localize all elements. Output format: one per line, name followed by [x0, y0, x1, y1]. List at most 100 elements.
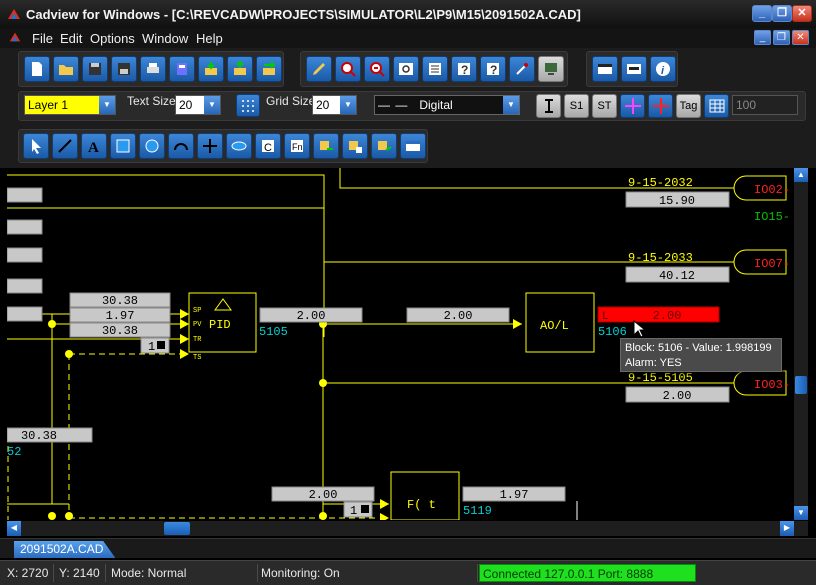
st-button[interactable]: ST	[592, 94, 617, 118]
export-button[interactable]	[227, 56, 253, 82]
io07-label[interactable]: IO07-	[754, 257, 790, 271]
block-edit-button[interactable]	[342, 133, 368, 159]
close-button[interactable]: ✕	[792, 5, 812, 22]
left-block-number: 52	[7, 445, 21, 459]
tag-button[interactable]: Tag	[676, 94, 701, 118]
document-icon[interactable]	[8, 30, 22, 44]
select-tool-button[interactable]	[23, 133, 49, 159]
zoom-out-button[interactable]	[364, 56, 390, 82]
minimize-button[interactable]: _	[752, 5, 772, 22]
new-button[interactable]	[24, 56, 50, 82]
value-box[interactable]: 1.97	[462, 486, 566, 502]
text-tool-button[interactable]: A	[81, 133, 107, 159]
import-button[interactable]	[198, 56, 224, 82]
open-button[interactable]	[53, 56, 79, 82]
text-icon: A	[88, 140, 99, 155]
scroll-left-icon[interactable]: ◀	[7, 521, 21, 536]
pid-tr-value: 30.38	[102, 324, 138, 338]
value-box[interactable]: 1.97	[69, 307, 171, 323]
fn-block-button[interactable]: Fn	[284, 133, 310, 159]
alarm-value-box[interactable]: L 2.00	[597, 306, 720, 323]
monitor-icon	[545, 63, 557, 75]
ellipse-tool-button[interactable]	[226, 133, 252, 159]
function-block[interactable]: F( t	[390, 471, 460, 520]
help-button[interactable]: ?	[451, 56, 477, 82]
print-button[interactable]	[140, 56, 166, 82]
block-window-button[interactable]	[400, 133, 426, 159]
menu-help[interactable]: Help	[196, 31, 223, 46]
value-box[interactable]: 1	[140, 337, 170, 354]
value-box[interactable]: 30.38	[69, 322, 171, 338]
child-minimize-button[interactable]: _	[754, 30, 771, 45]
horizontal-scrollbar[interactable]: ◀ ▶	[7, 521, 794, 536]
value-box[interactable]: 2.00	[271, 486, 375, 502]
monitor-button[interactable]	[538, 56, 564, 82]
transfer-button[interactable]	[256, 56, 282, 82]
arc-tool-button[interactable]	[168, 133, 194, 159]
value-input[interactable]: 100	[732, 95, 798, 115]
io02-label[interactable]: IO02-	[754, 183, 790, 197]
horizontal-scroll-thumb[interactable]	[164, 522, 190, 535]
info-button[interactable]: i	[650, 56, 676, 82]
save-as-button[interactable]	[111, 56, 137, 82]
zoom-in-button[interactable]	[335, 56, 361, 82]
pencil-button[interactable]	[306, 56, 332, 82]
menu-edit[interactable]: Edit	[60, 31, 82, 46]
zoom-fit-button[interactable]	[393, 56, 419, 82]
value-box[interactable]: 30.38	[7, 427, 93, 443]
scroll-up-icon[interactable]: ▲	[794, 168, 808, 182]
io15-label[interactable]: IO15-	[754, 210, 790, 224]
value-box[interactable]: 2.00	[259, 307, 363, 323]
grid-size-select[interactable]: 20 ▼	[312, 95, 357, 115]
text-size-select[interactable]: 20 ▼	[175, 95, 221, 115]
table-icon	[709, 99, 724, 113]
child-close-button[interactable]: ✕	[792, 30, 809, 45]
context-help-button[interactable]: ?	[480, 56, 506, 82]
value-box[interactable]: 40.12	[625, 266, 730, 283]
point-tool-button[interactable]	[197, 133, 223, 159]
chevron-down-icon: ▼	[204, 96, 220, 114]
c-block-button[interactable]: C	[255, 133, 281, 159]
scroll-right-icon[interactable]: ▶	[780, 521, 794, 536]
rectangle-tool-button[interactable]	[110, 133, 136, 159]
database-button[interactable]	[169, 56, 195, 82]
scroll-down-icon[interactable]: ▼	[794, 506, 808, 520]
table-button[interactable]	[704, 94, 729, 118]
probe-button[interactable]	[509, 56, 535, 82]
menu-window[interactable]: Window	[142, 31, 188, 46]
menu-file[interactable]: File	[32, 31, 53, 46]
grid-toggle-button[interactable]	[236, 94, 260, 117]
menu-options[interactable]: Options	[90, 31, 135, 46]
child-restore-button[interactable]: ❐	[773, 30, 790, 45]
block-insert-button[interactable]	[313, 133, 339, 159]
block-link-button[interactable]	[371, 133, 397, 159]
layer-select[interactable]: Layer 1 ▼	[24, 95, 116, 115]
window-tile-button[interactable]	[621, 56, 647, 82]
line-tool-button[interactable]	[52, 133, 78, 159]
text-cursor-button[interactable]	[536, 94, 561, 118]
vertical-scroll-thumb[interactable]	[795, 376, 807, 394]
maximize-button[interactable]: ❐	[772, 5, 792, 22]
pid-block-number: 5105	[259, 325, 288, 339]
properties-button[interactable]	[422, 56, 448, 82]
circle-tool-button[interactable]	[139, 133, 165, 159]
help-icon: ?	[458, 63, 470, 77]
window-layout-button[interactable]	[592, 56, 618, 82]
ao-block[interactable]: AO/L	[525, 292, 595, 353]
value-box[interactable]: 2.00	[625, 386, 730, 403]
zoom-fit-icon	[399, 63, 413, 75]
value-box[interactable]: 1	[343, 501, 373, 518]
value-box[interactable]: 2.00	[406, 307, 510, 323]
arc-icon	[174, 143, 188, 151]
cross-magenta-button[interactable]	[620, 94, 645, 118]
save-button[interactable]	[82, 56, 108, 82]
s1-button[interactable]: S1	[564, 94, 589, 118]
line-style-select[interactable]: — — Digital ▼	[374, 95, 520, 115]
document-tab[interactable]: 2091502A.CAD	[14, 541, 116, 558]
pid-block[interactable]: PID SP PV TR TS	[188, 292, 257, 362]
cross-red-button[interactable]	[648, 94, 673, 118]
io03-label[interactable]: IO03-	[754, 378, 790, 392]
value-box[interactable]: 15.90	[625, 191, 730, 208]
vertical-scrollbar[interactable]: ▲ ▼	[794, 168, 808, 520]
value-box[interactable]: 30.38	[69, 292, 171, 308]
